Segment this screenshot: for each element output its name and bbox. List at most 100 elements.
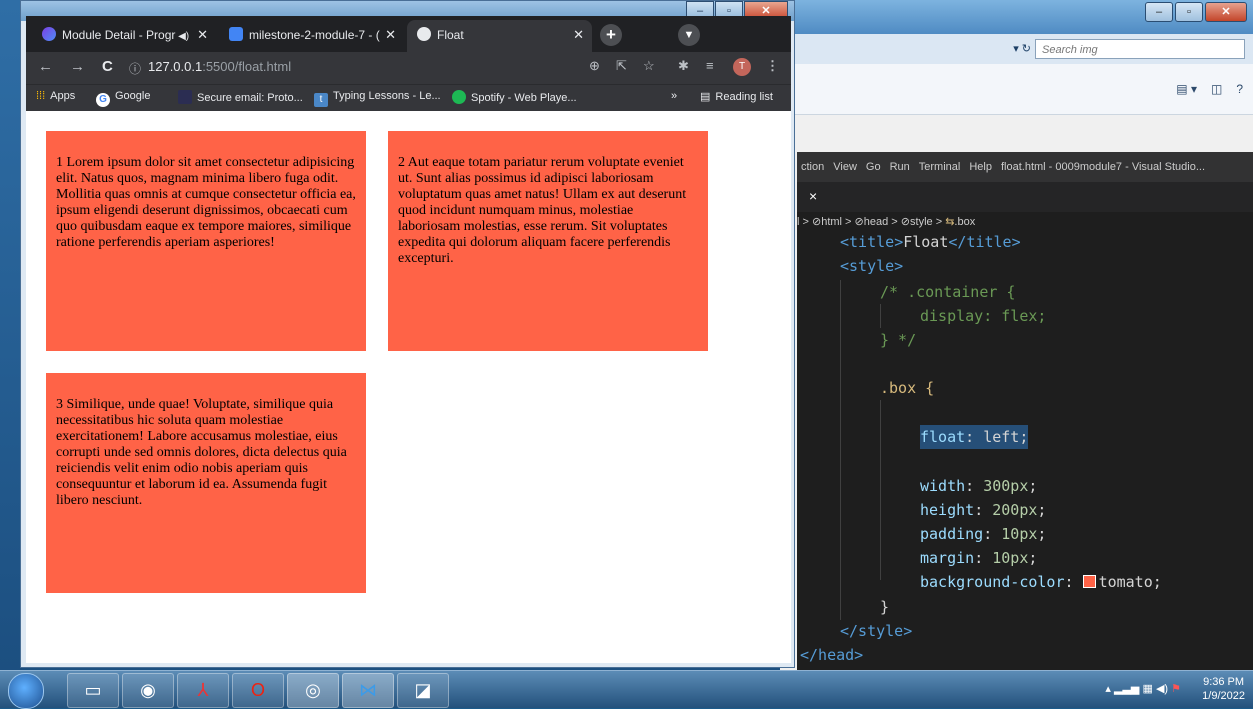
chrome-taskbar-icon[interactable]: ◉ (122, 673, 174, 708)
share-icon[interactable]: ⇱ (616, 58, 627, 74)
code-line: <title>Float</title> (840, 230, 1021, 254)
head-tag-icon: ⊘ (854, 216, 864, 228)
acrobat-taskbar-icon[interactable]: ⅄ (177, 673, 229, 708)
signal-icon[interactable]: ▂▃▅ (1114, 683, 1139, 695)
action-center-icon[interactable]: ⚑ (1171, 683, 1181, 695)
bookmark-typing[interactable]: t Typing Lessons - Le... (314, 90, 441, 107)
extensions-icon[interactable]: ✱ (678, 58, 689, 74)
forward-icon[interactable]: → (70, 58, 85, 75)
back-icon[interactable]: ← (38, 58, 53, 75)
code-token: title (849, 233, 895, 251)
bookmark-reading-list[interactable]: ▤ Reading list (700, 90, 773, 103)
bookmark-protonmail[interactable]: Secure email: Proto... (178, 90, 303, 104)
bookmarks-overflow[interactable]: » (671, 90, 677, 102)
tab-close-icon[interactable]: ✕ (573, 20, 584, 50)
notes-taskbar-icon[interactable]: ◪ (397, 673, 449, 708)
code-editor[interactable]: <title>Float</title> <style> /* .contain… (797, 230, 1253, 670)
breadcrumb-head[interactable]: head (864, 216, 888, 228)
code-token: < (840, 233, 850, 251)
menu-item-selection[interactable]: ction (801, 161, 824, 173)
vscode-taskbar-icon[interactable]: ⋈ (342, 673, 394, 708)
media-icon[interactable]: ≡ (706, 58, 714, 73)
bookmark-apps[interactable]: ⁞⁞⁞ Apps (36, 90, 75, 102)
code-line: margin: 10px; (920, 549, 1038, 567)
breadcrumb-style[interactable]: style (910, 216, 933, 228)
code-line: } (880, 598, 890, 616)
breadcrumb-box[interactable]: .box (954, 216, 975, 228)
maximize-button[interactable]: ▫ (1175, 2, 1203, 22)
breadcrumb-prefix[interactable]: l > (797, 216, 809, 228)
bookmark-label: Typing Lessons - Le... (333, 90, 441, 102)
bookmark-google[interactable]: G Google (96, 90, 150, 107)
code-line: } */ (880, 331, 917, 349)
vscode-window-title: float.html - 0009module7 - Visual Studio… (1000, 161, 1206, 173)
indent-guide (880, 304, 881, 328)
system-tray: ▴ ▂▃▅ ▦ ◀) ⚑ (1105, 682, 1181, 695)
new-tab-button[interactable]: + (600, 24, 622, 46)
code-token: 10px (992, 549, 1029, 567)
code-token: title (966, 233, 1012, 251)
tab-module-detail[interactable]: Module Detail - Progr ◀) ✕ (32, 20, 216, 52)
info-icon[interactable]: ⓘ (129, 60, 141, 77)
box-text: 3 Similique, unde quae! Voluptate, simil… (56, 397, 347, 508)
tab-milestone[interactable]: milestone-2-module-7 - ( ✕ (219, 20, 404, 52)
html-tag-icon: ⊘ (812, 216, 822, 228)
float-box-3: 3 Similique, unde quae! Voluptate, simil… (46, 373, 366, 593)
code-token: > (1011, 233, 1021, 251)
reload-icon[interactable]: C (102, 58, 113, 75)
file-explorer-taskbar-icon[interactable]: ▭ (67, 673, 119, 708)
volume-icon[interactable]: ◀) (1156, 683, 1168, 695)
float-box-2: 2 Aut eaque totam pariatur rerum volupta… (388, 131, 708, 351)
bookmark-label: Spotify - Web Playe... (471, 92, 577, 104)
url-path: :5500/float.html (202, 59, 292, 74)
code-token: tomato (1098, 573, 1153, 591)
speaker-icon[interactable]: ◀) (178, 31, 189, 42)
code-token: 200px (992, 501, 1038, 519)
protonmail-icon (178, 90, 192, 104)
clock[interactable]: 9:36 PM 1/9/2022 (1202, 675, 1245, 703)
bookmark-star-icon[interactable]: ☆ (643, 58, 655, 74)
preview-pane-icon[interactable]: ◫ (1211, 82, 1222, 96)
zoom-icon[interactable]: ⊕ (589, 58, 600, 74)
show-hidden-icon[interactable]: ▴ (1105, 683, 1111, 695)
menu-item-help[interactable]: Help (969, 161, 992, 173)
bookmark-spotify[interactable]: Spotify - Web Playe... (452, 90, 577, 104)
style-tag-icon: ⊘ (900, 216, 911, 228)
tab-title: Float (437, 28, 464, 42)
network-icon[interactable]: ▦ (1142, 683, 1152, 695)
close-button[interactable]: ✕ (1205, 2, 1247, 22)
code-line: width: 300px; (920, 477, 1038, 495)
bookmark-label: Google (115, 90, 151, 102)
tab-search-button[interactable]: ▼ (678, 24, 700, 46)
chrome-canary-taskbar-icon[interactable]: ◎ (287, 673, 339, 708)
reading-list-icon: ▤ (700, 91, 711, 103)
start-button[interactable] (8, 673, 44, 709)
menu-item-run[interactable]: Run (890, 161, 910, 173)
menu-item-go[interactable]: Go (866, 161, 881, 173)
tab-close-icon[interactable]: ◀) ✕ (178, 20, 208, 52)
profile-avatar[interactable]: T (733, 58, 751, 76)
explorer-titlebar: – ▫ ✕ (780, 0, 1253, 34)
tab-close-icon[interactable]: × (809, 188, 817, 204)
menu-item-view[interactable]: View (833, 161, 857, 173)
code-line-highlighted: float: left; (920, 425, 1029, 449)
float-box-1: 1 Lorem ipsum dolor sit amet consectetur… (46, 131, 366, 351)
color-swatch[interactable] (1082, 575, 1096, 588)
menu-icon[interactable]: ⋮ (766, 58, 779, 74)
tab-float[interactable]: Float ✕ (407, 20, 592, 52)
code-line: </style> (840, 622, 913, 640)
minimize-button[interactable]: – (1145, 2, 1173, 22)
explorer-search-input[interactable]: Search img (1035, 39, 1245, 59)
code-line: <style> (840, 257, 904, 275)
vscode-menu-bar: ction View Go Run Terminal Help float.ht… (797, 152, 1253, 182)
help-icon[interactable]: ? (1236, 82, 1243, 96)
code-token: 10px (1001, 525, 1038, 543)
menu-item-terminal[interactable]: Terminal (919, 161, 961, 173)
tab-close-icon[interactable]: ✕ (385, 20, 396, 50)
view-options-icon[interactable]: ▤ ▾ (1176, 82, 1197, 96)
indent-guide (880, 400, 881, 580)
address-bar[interactable]: 127.0.0.1:5500/float.html (148, 59, 291, 74)
breadcrumb-html[interactable]: html (821, 216, 842, 228)
refresh-icon[interactable]: ▾ ↻ (1013, 42, 1031, 55)
opera-taskbar-icon[interactable]: O (232, 673, 284, 708)
